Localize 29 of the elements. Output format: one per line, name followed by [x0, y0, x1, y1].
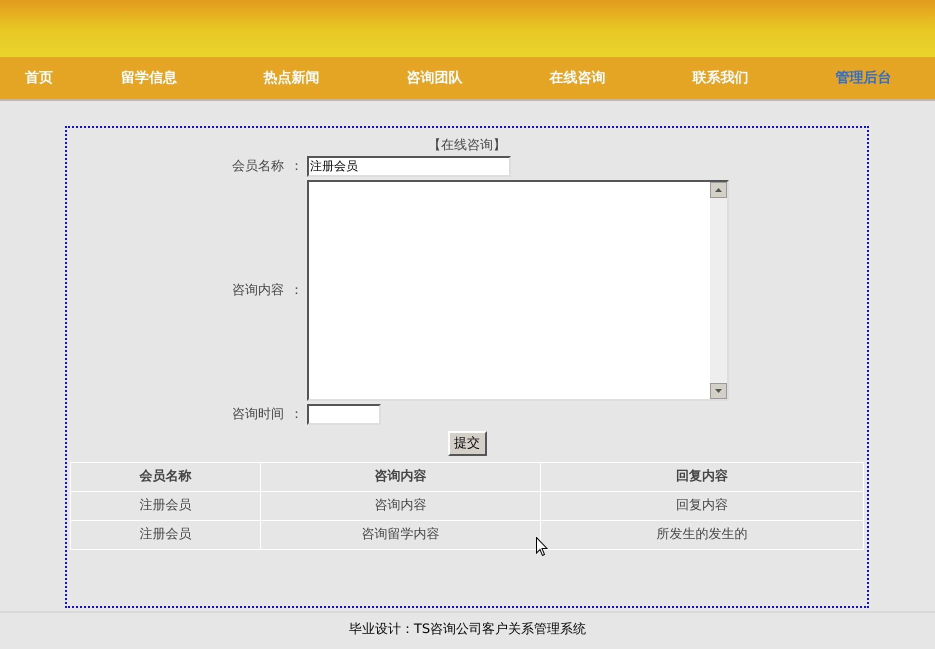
- submit-button[interactable]: 提交: [448, 431, 486, 456]
- table-cell: 注册会员: [70, 492, 260, 520]
- column-header: 会员名称: [70, 462, 260, 492]
- nav-link[interactable]: 在线咨询: [506, 68, 649, 88]
- scrollbar[interactable]: [710, 182, 727, 399]
- nav-link[interactable]: 咨询团队: [363, 68, 506, 88]
- table-cell: 注册会员: [70, 520, 260, 550]
- table-cell: 咨询内容: [260, 492, 540, 520]
- scroll-up-icon[interactable]: [710, 182, 727, 198]
- field-label: 会员名称: [232, 158, 284, 176]
- nav-link[interactable]: 联系我们: [649, 68, 792, 88]
- table-cell: 回复内容: [540, 492, 864, 520]
- nav-link[interactable]: 管理后台: [792, 68, 935, 88]
- nav-link[interactable]: 首页: [0, 68, 78, 88]
- nav-link[interactable]: 留学信息: [78, 68, 220, 88]
- field-colon: ：: [290, 282, 303, 300]
- member-name-input[interactable]: 注册会员: [307, 156, 511, 177]
- field-colon: ：: [290, 406, 303, 424]
- scroll-down-icon[interactable]: [710, 383, 727, 399]
- column-header: 咨询内容: [260, 462, 540, 492]
- field-label: 咨询内容: [232, 282, 284, 300]
- footer-text: 毕业设计：TS咨询公司客户关系管理系统: [348, 621, 586, 639]
- form-title: 【在线咨询】: [428, 137, 506, 155]
- field-colon: ：: [290, 158, 303, 176]
- nav-link[interactable]: 热点新闻: [220, 68, 363, 88]
- time-input[interactable]: [307, 404, 381, 425]
- column-header: 回复内容: [540, 462, 864, 492]
- field-label: 咨询时间: [232, 406, 284, 424]
- mouse-pointer-icon: [536, 537, 548, 557]
